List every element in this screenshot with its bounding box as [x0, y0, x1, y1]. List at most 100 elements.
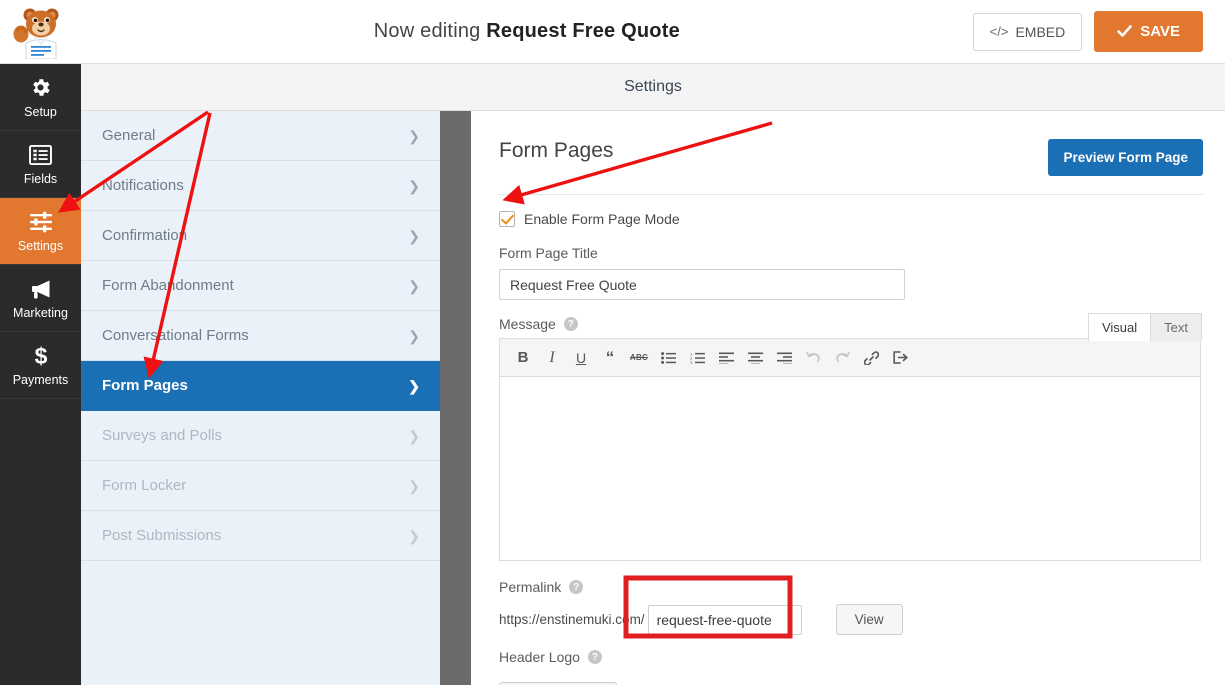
chevron-down-icon: ❯: [408, 379, 420, 393]
top-bar: Now editing Request Free Quote </> EMBED…: [0, 0, 1225, 64]
bulleted-list-icon[interactable]: [655, 345, 681, 371]
strikethrough-icon[interactable]: ABC: [626, 345, 652, 371]
gear-icon: [29, 76, 52, 100]
settings-item-label: Form Abandonment: [102, 277, 234, 294]
enable-form-page-mode-row: Enable Form Page Mode: [499, 211, 1203, 227]
help-circle-icon[interactable]: ?: [588, 650, 602, 664]
link-icon[interactable]: [858, 345, 884, 371]
align-center-icon[interactable]: [742, 345, 768, 371]
settings-item-label: Form Locker: [102, 477, 186, 494]
enable-form-page-mode-label: Enable Form Page Mode: [524, 211, 680, 227]
wpforms-form-builder: Now editing Request Free Quote </> EMBED…: [0, 0, 1225, 685]
header-logo-label-text: Header Logo: [499, 649, 580, 665]
form-name: Request Free Quote: [486, 20, 680, 42]
settings-item-notifications[interactable]: Notifications ❯: [81, 161, 440, 211]
settings-item-conversational-forms[interactable]: Conversational Forms ❯: [81, 311, 440, 361]
form-pages-settings-panel: Form Pages Preview Form Page Enable Form…: [471, 111, 1225, 685]
settings-item-label: Notifications: [102, 177, 184, 194]
chevron-right-icon: ❯: [408, 129, 420, 143]
bold-icon[interactable]: B: [510, 345, 536, 371]
permalink-row: https://enstinemuki.com/ request-free-qu…: [499, 604, 1203, 635]
message-textarea[interactable]: [500, 377, 1200, 560]
settings-item-label: Surveys and Polls: [102, 427, 222, 444]
form-page-title-label: Form Page Title: [499, 245, 1203, 261]
form-page-title-field: Form Page Title Request Free Quote: [499, 245, 1203, 300]
rail-item-payments[interactable]: $ Payments: [0, 332, 81, 399]
form-page-title-label-text: Form Page Title: [499, 245, 598, 261]
bear-mascot-icon: [12, 5, 70, 59]
content-header: Form Pages Preview Form Page: [499, 139, 1203, 176]
save-button-label: SAVE: [1140, 23, 1180, 40]
editing-prefix: Now editing: [374, 20, 486, 42]
title-divider: [499, 194, 1203, 195]
panel-header-title: Settings: [624, 78, 682, 96]
rail-item-fields[interactable]: Fields: [0, 131, 81, 198]
panel-header: Settings: [81, 64, 1225, 111]
numbered-list-icon[interactable]: 1 2 3: [684, 345, 710, 371]
read-more-icon[interactable]: [887, 345, 913, 371]
top-bar-actions: </> EMBED SAVE: [973, 11, 1225, 52]
rail-item-settings[interactable]: Settings: [0, 198, 81, 265]
settings-item-confirmation[interactable]: Confirmation ❯: [81, 211, 440, 261]
builder-nav-rail: Setup Fields: [0, 64, 81, 685]
view-button[interactable]: View: [836, 604, 903, 635]
permalink-base-url: https://enstinemuki.com/: [499, 612, 645, 627]
embed-button-label: EMBED: [1015, 24, 1065, 40]
underline-icon[interactable]: U: [568, 345, 594, 371]
preview-form-page-button[interactable]: Preview Form Page: [1048, 139, 1203, 176]
settings-item-surveys-and-polls[interactable]: Surveys and Polls ❯: [81, 411, 440, 461]
sliders-icon: [29, 210, 53, 234]
tab-visual[interactable]: Visual: [1088, 313, 1151, 341]
page-title: Form Pages: [499, 139, 613, 163]
rail-item-setup[interactable]: Setup: [0, 64, 81, 131]
settings-item-form-locker[interactable]: Form Locker ❯: [81, 461, 440, 511]
permalink-label: Permalink ?: [499, 579, 1203, 595]
rail-label-fields: Fields: [24, 172, 57, 186]
chevron-right-icon: ❯: [408, 229, 420, 243]
dollar-icon: $: [32, 344, 50, 368]
panel-divider: [440, 111, 471, 685]
embed-button[interactable]: </> EMBED: [973, 13, 1083, 51]
blockquote-icon[interactable]: “: [597, 345, 623, 371]
enable-form-page-mode-checkbox[interactable]: [499, 211, 515, 227]
editor-mode-tabs: Visual Text: [1089, 313, 1202, 341]
chevron-right-icon: ❯: [408, 429, 420, 443]
align-right-icon[interactable]: [771, 345, 797, 371]
permalink-label-text: Permalink: [499, 579, 561, 595]
header-logo-field: Header Logo ? Upload Image: [499, 649, 1203, 685]
settings-item-post-submissions[interactable]: Post Submissions ❯: [81, 511, 440, 561]
settings-list: General ❯ Notifications ❯ Confirmation ❯…: [81, 111, 440, 685]
help-circle-icon[interactable]: ?: [564, 317, 578, 331]
message-label-text: Message: [499, 316, 556, 332]
italic-icon[interactable]: I: [539, 345, 565, 371]
message-editor: B I U “ ABC 1: [499, 338, 1201, 561]
rail-label-setup: Setup: [24, 105, 57, 119]
wpforms-bear-logo: [0, 0, 81, 64]
chevron-right-icon: ❯: [408, 279, 420, 293]
check-icon: [1117, 25, 1132, 38]
permalink-field: Permalink ? https://enstinemuki.com/ req…: [499, 579, 1203, 635]
settings-item-label: Confirmation: [102, 227, 187, 244]
permalink-slug-input[interactable]: request-free-quote: [648, 605, 802, 635]
code-icon: </>: [990, 24, 1009, 39]
chevron-right-icon: ❯: [408, 479, 420, 493]
align-left-icon[interactable]: [713, 345, 739, 371]
svg-text:3: 3: [690, 360, 693, 364]
redo-icon[interactable]: [829, 345, 855, 371]
undo-icon[interactable]: [800, 345, 826, 371]
megaphone-icon: [29, 277, 53, 301]
help-circle-icon[interactable]: ?: [569, 580, 583, 594]
tab-text[interactable]: Text: [1150, 313, 1202, 341]
list-icon: [29, 143, 52, 167]
chevron-right-icon: ❯: [408, 179, 420, 193]
settings-item-label: Conversational Forms: [102, 327, 249, 344]
form-page-title-input[interactable]: Request Free Quote: [499, 269, 905, 300]
rail-label-settings: Settings: [18, 239, 63, 253]
settings-item-form-pages[interactable]: Form Pages ❯: [81, 361, 440, 411]
save-button[interactable]: SAVE: [1094, 11, 1203, 52]
rail-item-marketing[interactable]: Marketing: [0, 265, 81, 332]
editor-toolbar: B I U “ ABC 1: [500, 339, 1200, 377]
settings-item-general[interactable]: General ❯: [81, 111, 440, 161]
editing-title: Now editing Request Free Quote: [81, 20, 973, 43]
settings-item-form-abandonment[interactable]: Form Abandonment ❯: [81, 261, 440, 311]
